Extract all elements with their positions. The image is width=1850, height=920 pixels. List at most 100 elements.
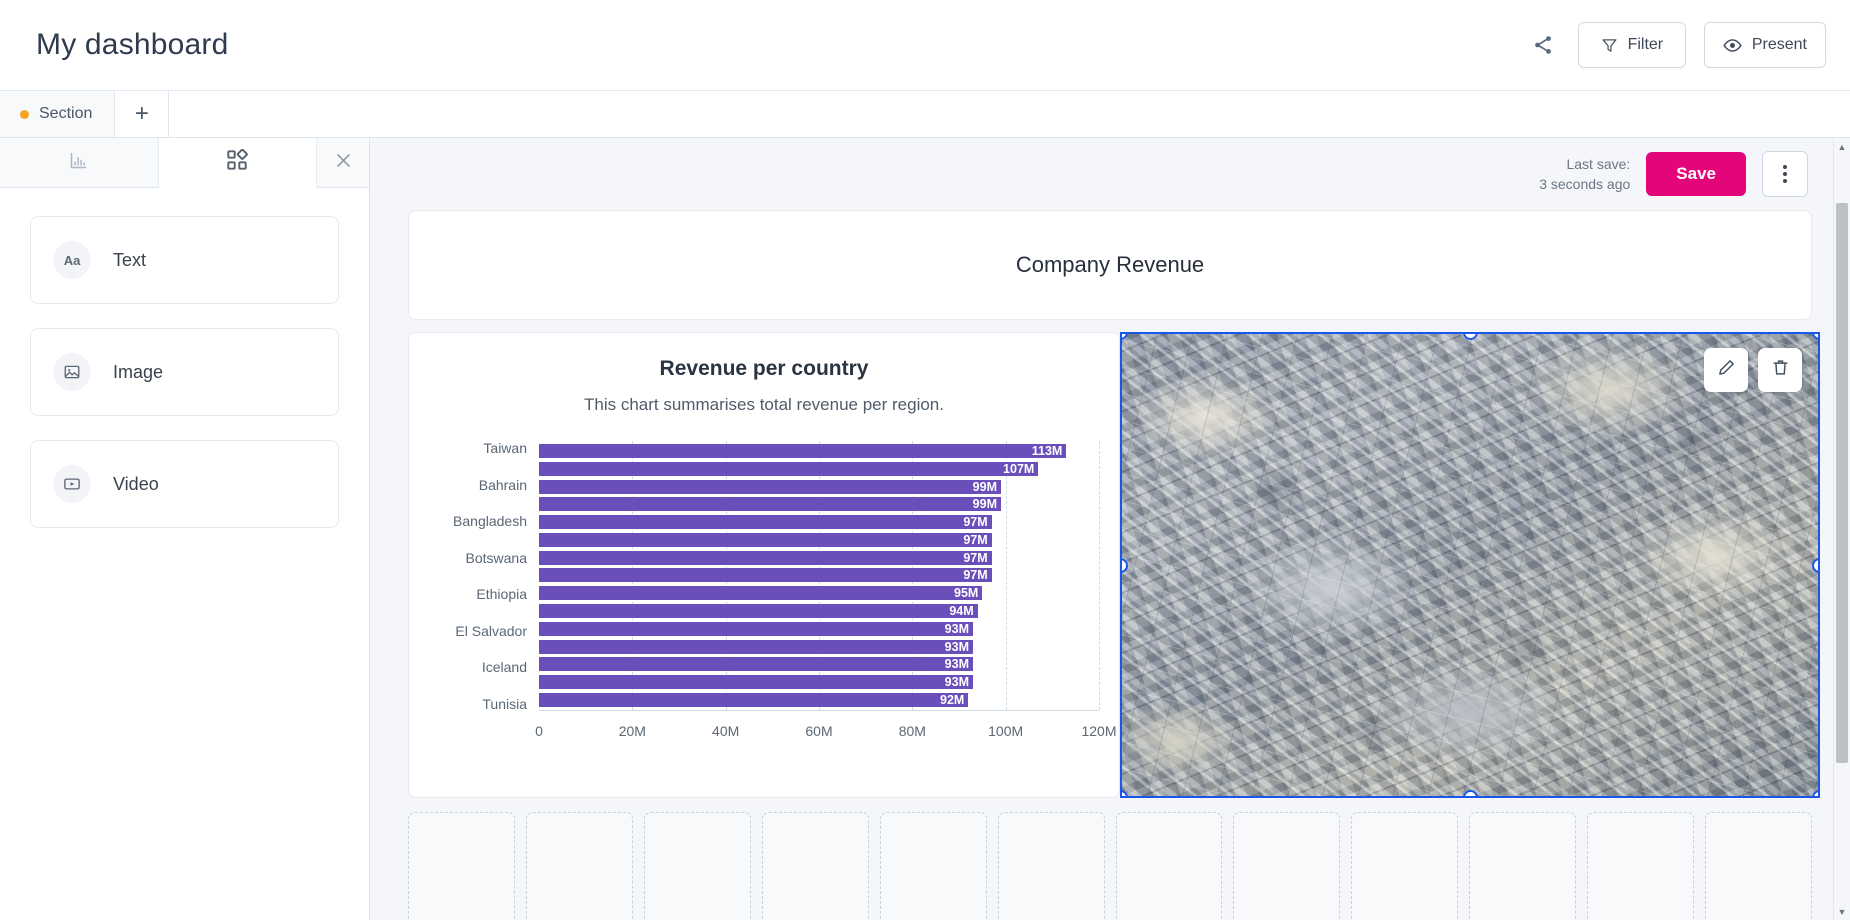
- chart-x-tick: 120M: [1081, 723, 1117, 739]
- tabstrip-filler: [169, 91, 1850, 137]
- present-button[interactable]: Present: [1703, 22, 1826, 68]
- widget-item-video[interactable]: Video: [30, 440, 339, 528]
- section-status-dot: [20, 109, 29, 119]
- resize-handle-bottom-center[interactable]: [1462, 790, 1478, 796]
- resize-handle-middle-right[interactable]: [1812, 557, 1818, 573]
- chart-bar-value-label: 113M: [1031, 444, 1063, 458]
- dropzone-placeholder[interactable]: [879, 812, 987, 920]
- chart-bar[interactable]: 97M: [539, 568, 992, 583]
- chart-bar[interactable]: 97M: [539, 515, 992, 530]
- dropzone-placeholder[interactable]: [1351, 812, 1459, 920]
- app-body: Aa Text Image Video Last save: 3 seconds…: [0, 138, 1850, 920]
- chart-bar-value-label: 93M: [944, 639, 969, 654]
- chart-bar[interactable]: 107M: [539, 461, 1039, 476]
- chart-bar[interactable]: 97M: [539, 550, 992, 565]
- image-widget-toolbar: [1704, 348, 1802, 392]
- chart-bar-row[interactable]: 97M: [539, 550, 1099, 565]
- chart-bar-value-label: 99M: [972, 479, 997, 494]
- delete-image-button[interactable]: [1758, 348, 1802, 392]
- scrollbar-thumb[interactable]: [1836, 203, 1848, 763]
- close-sidepanel-button[interactable]: [317, 138, 369, 187]
- dropzone-placeholder[interactable]: [1469, 812, 1577, 920]
- last-save-status: Last save: 3 seconds ago: [1539, 154, 1630, 195]
- edit-image-button[interactable]: [1704, 348, 1748, 392]
- widget-item-text[interactable]: Aa Text: [30, 216, 339, 304]
- chart-bar-row[interactable]: 93M: [539, 639, 1099, 654]
- chart-bar[interactable]: 97M: [539, 532, 992, 547]
- chart-x-tick: 0: [535, 723, 543, 739]
- share-icon[interactable]: [1526, 28, 1560, 62]
- scroll-up-arrow[interactable]: ▲: [1834, 138, 1850, 155]
- dropzone-placeholder[interactable]: [1233, 812, 1341, 920]
- chart-bar-row[interactable]: 93M: [539, 621, 1099, 636]
- chart-bar[interactable]: 93M: [539, 675, 973, 690]
- text-aa-icon: Aa: [53, 241, 91, 279]
- chart-bar-row[interactable]: 95M: [539, 586, 1099, 601]
- chart-bar-row[interactable]: 92M: [539, 692, 1099, 707]
- chart-bar-row[interactable]: 93M: [539, 657, 1099, 672]
- video-icon: [53, 465, 91, 503]
- save-button[interactable]: Save: [1646, 152, 1746, 196]
- chart-y-axis-labels: Taiwan.Bahrain.Bangladesh.Botswana.Ethio…: [429, 441, 539, 711]
- tab-section[interactable]: Section: [0, 91, 116, 137]
- bar-chart-widget[interactable]: Revenue per country This chart summarise…: [408, 332, 1120, 798]
- money-photo: [1122, 334, 1818, 796]
- dropzone-placeholder[interactable]: [1587, 812, 1695, 920]
- canvas-scrollbar[interactable]: ▲ ▼: [1833, 138, 1850, 920]
- chart-bar-value-label: 97M: [963, 568, 988, 583]
- scroll-down-arrow[interactable]: ▼: [1834, 903, 1850, 920]
- title-block-text: Company Revenue: [1015, 252, 1205, 277]
- chart-title: Revenue per country: [659, 357, 869, 380]
- dropzone-placeholder[interactable]: [525, 812, 633, 920]
- chart-bar[interactable]: 99M: [539, 497, 1001, 512]
- dropzone-placeholder[interactable]: [408, 812, 515, 920]
- dropzone-placeholder[interactable]: [1115, 812, 1223, 920]
- chart-bar[interactable]: 93M: [539, 639, 973, 654]
- chart-bar-row[interactable]: 107M: [539, 461, 1099, 476]
- chart-bar-value-label: 93M: [944, 657, 969, 672]
- dropzone-placeholder[interactable]: [643, 812, 751, 920]
- widget-list: Aa Text Image Video: [0, 188, 369, 556]
- chart-bar-row[interactable]: 97M: [539, 515, 1099, 530]
- chart-bar-row[interactable]: 99M: [539, 497, 1099, 512]
- header-actions: Filter Present: [1526, 22, 1826, 68]
- filter-button-label: Filter: [1627, 36, 1664, 53]
- chart-x-tick: 20M: [618, 723, 646, 739]
- widgets-icon: [226, 148, 249, 176]
- widget-item-image[interactable]: Image: [30, 328, 339, 416]
- add-section-button[interactable]: +: [115, 91, 170, 137]
- scrollbar-track[interactable]: [1834, 155, 1850, 903]
- chart-bar[interactable]: 93M: [539, 657, 973, 672]
- chart-bar-value-label: 93M: [944, 621, 969, 636]
- chart-bar[interactable]: 93M: [539, 621, 973, 636]
- chart-bar-value-label: 95M: [954, 586, 979, 601]
- sidepanel-tabs: [0, 138, 369, 188]
- filter-button[interactable]: Filter: [1577, 22, 1686, 68]
- chart-bar-row[interactable]: 99M: [539, 479, 1099, 494]
- chart-bar-row[interactable]: 97M: [539, 568, 1099, 583]
- chart-bar-value-label: 94M: [949, 604, 974, 619]
- chart-bar[interactable]: 92M: [539, 692, 969, 707]
- chart-y-label: Taiwan: [483, 440, 527, 456]
- chart-bar[interactable]: 99M: [539, 479, 1001, 494]
- chart-bar-row[interactable]: 113M: [539, 444, 1099, 458]
- dropzone-placeholder[interactable]: [997, 812, 1105, 920]
- chart-y-label: Bahrain: [478, 476, 527, 493]
- sidepanel-tab-widgets[interactable]: [158, 138, 317, 188]
- close-icon: [334, 151, 353, 175]
- chart-bar[interactable]: 113M: [539, 444, 1067, 458]
- title-block-widget[interactable]: Company Revenue: [408, 210, 1812, 320]
- chart-bar[interactable]: 94M: [539, 604, 978, 619]
- chart-bar-row[interactable]: 97M: [539, 532, 1099, 547]
- more-vertical-icon[interactable]: [1762, 151, 1808, 197]
- image-widget[interactable]: [1120, 332, 1820, 798]
- chart-gridline: [1099, 441, 1100, 710]
- dropzone-placeholder[interactable]: [761, 812, 869, 920]
- chart-y-label: Iceland: [481, 659, 527, 676]
- tab-section-label: Section: [39, 105, 93, 122]
- dropzone-placeholder[interactable]: [1705, 812, 1813, 920]
- sidepanel-tab-charts[interactable]: [0, 138, 159, 187]
- chart-bar-row[interactable]: 93M: [539, 675, 1099, 690]
- chart-bar[interactable]: 95M: [539, 586, 983, 601]
- chart-bar-row[interactable]: 94M: [539, 604, 1099, 619]
